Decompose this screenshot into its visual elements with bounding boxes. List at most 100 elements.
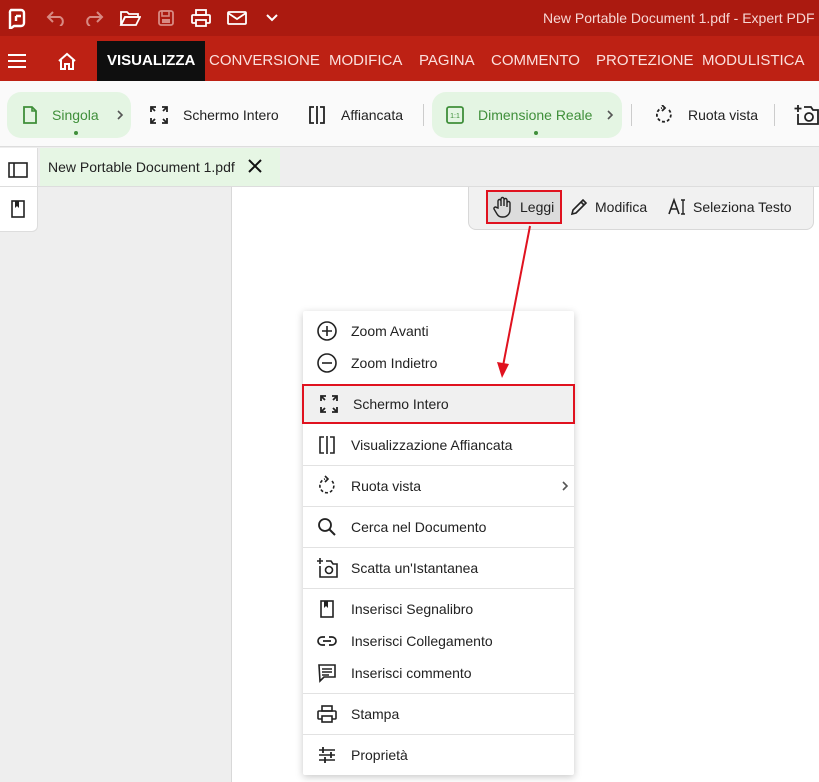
side-by-side-icon [309,106,325,124]
menu-item-label: Visualizzazione Affiancata [351,437,513,453]
rotate-icon [319,475,335,494]
menu-item-label: Scatta un'Istantanea [351,560,479,576]
menu-item-print[interactable]: Stampa [303,698,574,730]
menu-item-label: Zoom Avanti [351,323,429,339]
edit-mode-button[interactable]: Modifica [569,190,647,224]
actual-size-button[interactable]: 1:1 Dimensione Reale [446,92,592,138]
active-indicator [534,131,538,135]
tab-modifica[interactable]: MODIFICA [329,41,402,81]
tab-visualizza[interactable]: VISUALIZZA [97,41,206,81]
side-by-side-icon [319,436,335,454]
fullscreen-icon [150,106,168,124]
bookmark-icon [320,600,334,618]
select-text-label: Seleziona Testo [693,199,792,215]
bookmark-panel-icon[interactable] [10,200,26,218]
pencil-icon [570,198,588,216]
menu-item-link[interactable]: Inserisci Collegamento [303,625,574,657]
context-menu: Zoom Avanti Zoom Indietro Schermo Intero… [302,311,575,775]
snapshot-icon[interactable] [794,104,819,126]
text-cursor-icon [668,197,685,215]
tab-commento[interactable]: COMMENTO [491,41,580,81]
menu-item-snapshot[interactable]: Scatta un'Istantanea [303,552,574,584]
menu-bar: VISUALIZZA CONVERSIONE MODIFICA PAGINA C… [0,36,819,81]
title-bar: New Portable Document 1.pdf - Expert PDF [0,0,819,36]
menu-separator [303,588,574,589]
rotate-icon [655,105,672,123]
zoom-in-icon [317,321,337,341]
menu-item-label: Inserisci Collegamento [351,633,493,649]
document-tab-label: New Portable Document 1.pdf [48,159,235,175]
tab-protezione[interactable]: PROTEZIONE [596,41,694,81]
menu-item-label: Inserisci commento [351,665,472,681]
print-icon [317,705,337,723]
menu-item-fullscreen[interactable]: Schermo Intero [302,384,575,424]
hand-icon [493,196,511,218]
toolbar-divider [774,104,775,126]
edit-mode-label: Modifica [595,199,648,215]
undo-icon[interactable] [44,0,70,36]
actual-size-icon: 1:1 [446,106,464,124]
close-icon[interactable] [246,157,264,175]
document-tab[interactable]: New Portable Document 1.pdf [40,148,280,186]
app-logo-icon[interactable] [6,0,28,36]
read-mode-button[interactable]: Leggi [486,190,563,224]
view-toolbar: Singola Schermo Intero Affiancata 1:1 Di… [0,81,819,147]
home-icon[interactable] [56,41,78,81]
menu-item-label: Schermo Intero [353,396,449,412]
svg-text:1:1: 1:1 [450,113,460,120]
open-folder-icon[interactable] [117,0,143,36]
menu-item-zoom-out[interactable]: Zoom Indietro [303,347,574,379]
mail-icon[interactable] [224,0,250,36]
rotate-view-label: Ruota vista [688,107,759,123]
menu-item-label: Ruota vista [351,478,422,494]
menu-item-properties[interactable]: Proprietà [303,739,574,771]
menu-item-comment[interactable]: Inserisci commento [303,657,574,689]
properties-icon [319,747,335,763]
left-side-panel [0,148,38,232]
menu-item-bookmark[interactable]: Inserisci Segnalibro [303,593,574,625]
print-icon[interactable] [188,0,214,36]
menu-item-label: Proprietà [351,747,408,763]
zoom-out-icon [317,353,337,373]
link-icon [317,636,337,646]
chevron-right-icon[interactable] [606,109,614,121]
single-page-button[interactable]: Singola [22,92,99,138]
single-page-label: Singola [52,107,99,123]
comment-icon [318,664,336,683]
fullscreen-icon [320,395,338,413]
save-icon[interactable] [153,0,179,36]
menu-separator [303,547,574,548]
rotate-view-button[interactable]: Ruota vista [654,92,758,138]
menu-item-side-by-side[interactable]: Visualizzazione Affiancata [303,429,574,461]
tab-conversione[interactable]: CONVERSIONE [209,41,320,81]
menu-item-zoom-in[interactable]: Zoom Avanti [303,315,574,347]
fullscreen-label: Schermo Intero [183,107,279,123]
search-icon [318,518,336,536]
menu-item-label: Stampa [351,706,400,722]
chevron-right-icon[interactable] [116,109,124,121]
active-indicator [74,131,78,135]
chevron-right-icon [561,480,569,492]
menu-item-rotate-view[interactable]: Ruota vista [303,470,574,502]
hamburger-menu-icon[interactable] [6,41,28,81]
interaction-mode-bar: Leggi Modifica Seleziona Testo [468,187,814,230]
menu-item-label: Cerca nel Documento [351,519,487,535]
menu-separator [303,693,574,694]
fullscreen-button[interactable]: Schermo Intero [149,92,279,138]
side-by-side-label: Affiancata [341,107,404,123]
snapshot-icon [317,558,338,578]
menu-item-label: Inserisci Segnalibro [351,601,474,617]
redo-icon[interactable] [80,0,106,36]
menu-separator [303,465,574,466]
read-mode-label: Leggi [520,199,555,215]
menu-separator [303,734,574,735]
side-by-side-button[interactable]: Affiancata [307,92,403,138]
menu-item-search[interactable]: Cerca nel Documento [303,511,574,543]
select-text-button[interactable]: Seleziona Testo [667,190,792,224]
tab-pagina[interactable]: PAGINA [419,41,475,81]
sidebar-toggle-icon[interactable] [8,161,28,179]
tab-modulistica[interactable]: MODULISTICA [702,41,805,81]
page-icon [23,106,37,124]
chevron-down-icon[interactable] [261,0,283,36]
toolbar-divider [423,104,424,126]
